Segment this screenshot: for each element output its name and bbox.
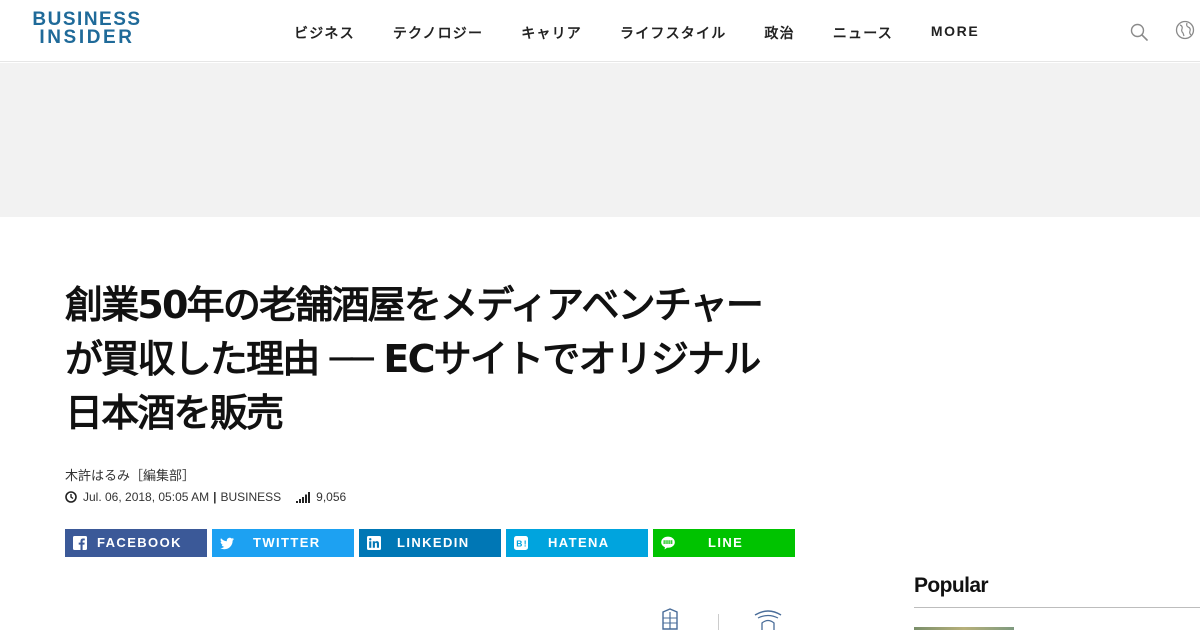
share-line-label: LINE: [708, 535, 744, 550]
svg-text:B!: B!: [516, 539, 528, 549]
share-facebook-button[interactable]: FACEBOOK: [65, 529, 207, 557]
main-nav: ビジネス テクノロジー キャリア ライフスタイル 政治 ニュース MORE: [294, 23, 1017, 43]
site-header: BUSINESS INSIDER ビジネス テクノロジー キャリア ライフスタイ…: [0, 0, 1200, 62]
ad-banner-area: [0, 63, 1200, 217]
facebook-icon: [73, 536, 87, 550]
nav-item-technology[interactable]: テクノロジー: [393, 23, 483, 43]
nav-item-more[interactable]: MORE: [931, 23, 979, 43]
share-twitter-label: TWITTER: [253, 535, 321, 550]
share-linkedin-button[interactable]: LINKEDIN: [359, 529, 501, 557]
business-insider-logo[interactable]: BUSINESS INSIDER: [30, 10, 144, 47]
article-meta: Jul. 06, 2018, 05:05 AM | BUSINESS 9,056: [65, 489, 346, 505]
search-icon[interactable]: [1130, 23, 1148, 41]
globe-icon[interactable]: [1175, 20, 1195, 40]
nav-item-business[interactable]: ビジネス: [294, 23, 355, 43]
view-count: 9,056: [316, 490, 347, 504]
share-twitter-button[interactable]: TWITTER: [212, 529, 354, 557]
clock-icon: [65, 491, 77, 503]
author-byline[interactable]: 木許はるみ［編集部］: [65, 465, 195, 484]
nav-item-career[interactable]: キャリア: [521, 23, 582, 43]
publish-datetime: Jul. 06, 2018, 05:05 AM: [83, 490, 210, 504]
hatena-icon: B!: [514, 536, 528, 550]
share-facebook-label: FACEBOOK: [97, 535, 182, 550]
share-hatena-button[interactable]: B! HATENA: [506, 529, 648, 557]
meta-separator: |: [213, 490, 217, 504]
views-signal-icon: [296, 491, 311, 503]
share-linkedin-label: LINKEDIN: [397, 535, 470, 550]
popular-heading: Popular: [914, 574, 989, 597]
line-icon: [661, 536, 675, 550]
bookcase-icon: [662, 608, 678, 630]
nav-item-politics[interactable]: 政治: [764, 23, 794, 43]
shrine-icon: [754, 610, 782, 630]
linkedin-icon: [367, 536, 381, 550]
nav-item-lifestyle[interactable]: ライフスタイル: [620, 23, 726, 43]
twitter-icon: [220, 537, 234, 550]
share-buttons: FACEBOOK TWITTER LINKEDIN B! HATENA LINE: [65, 529, 795, 557]
popular-divider: [914, 607, 1200, 608]
share-line-button[interactable]: LINE: [653, 529, 795, 557]
nav-item-news[interactable]: ニュース: [833, 23, 893, 43]
share-hatena-label: HATENA: [548, 535, 610, 550]
icon-divider: [718, 614, 719, 630]
category-link[interactable]: BUSINESS: [220, 490, 281, 504]
article-title: 創業50年の老舗酒屋をメディアベンチャーが買収した理由 ── ECサイトでオリジ…: [65, 283, 764, 435]
